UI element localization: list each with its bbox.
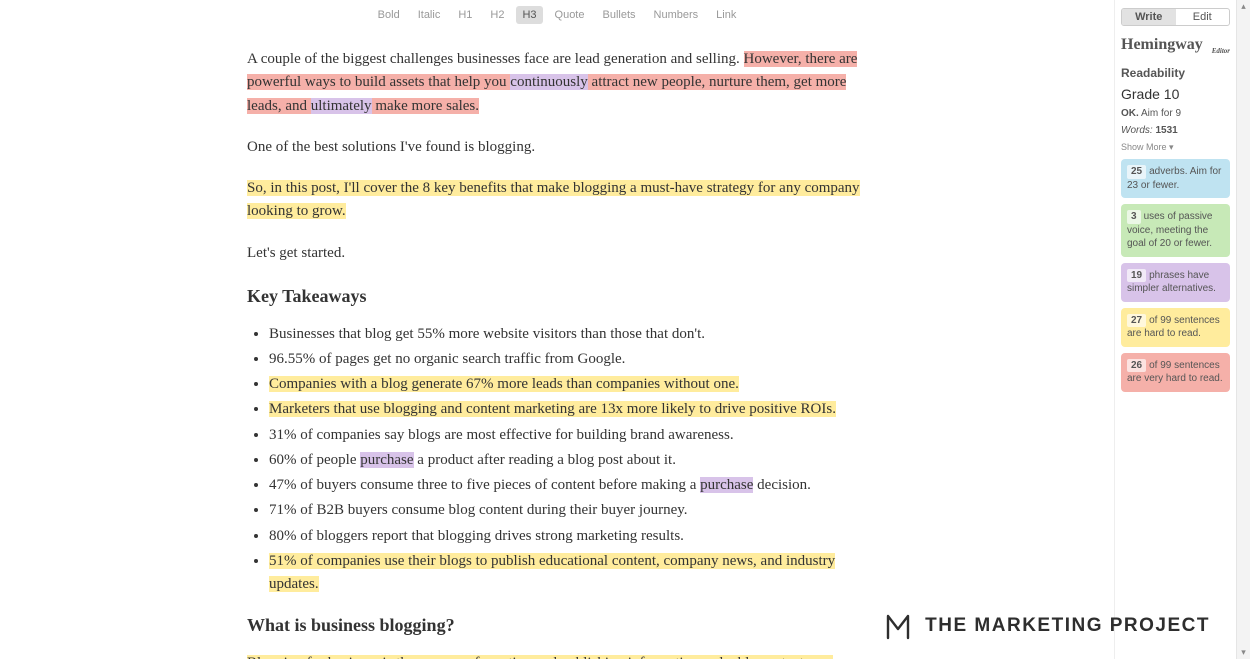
tab-write[interactable]: Write bbox=[1122, 9, 1176, 25]
status-aim: Aim for 9 bbox=[1141, 108, 1181, 119]
takeaways-list[interactable]: Businesses that blog get 55% more websit… bbox=[269, 323, 867, 597]
readability-heading: Readability bbox=[1121, 66, 1230, 80]
hard-sentence: 51% of companies use their blogs to publ… bbox=[269, 553, 835, 592]
list-item[interactable]: 47% of buyers consume three to five piec… bbox=[269, 474, 867, 497]
list-item[interactable]: 71% of B2B buyers consume blog content d… bbox=[269, 499, 867, 522]
tab-edit[interactable]: Edit bbox=[1176, 9, 1230, 25]
paragraph[interactable]: So, in this post, I'll cover the 8 key b… bbox=[247, 177, 867, 224]
text: 47% of buyers consume three to five piec… bbox=[269, 477, 700, 493]
format-toolbar: Bold Italic H1 H2 H3 Quote Bullets Numbe… bbox=[0, 0, 1114, 28]
status-ok: OK. bbox=[1121, 108, 1139, 119]
italic-button[interactable]: Italic bbox=[412, 6, 447, 24]
paragraph[interactable]: One of the best solutions I've found is … bbox=[247, 136, 867, 159]
paragraph[interactable]: Let's get started. bbox=[247, 242, 867, 265]
link-button[interactable]: Link bbox=[710, 6, 742, 24]
scrollbar[interactable]: ▴ ▾ bbox=[1236, 0, 1250, 659]
heading-key-takeaways[interactable]: Key Takeaways bbox=[247, 283, 867, 311]
scroll-down-icon[interactable]: ▾ bbox=[1237, 647, 1250, 658]
hard-sentence: Marketers that use blogging and content … bbox=[269, 401, 836, 417]
complex-phrase: purchase bbox=[700, 477, 753, 493]
watermark-text: THE MARKETING PROJECT bbox=[925, 615, 1210, 637]
complex-phrase: ultimately bbox=[311, 98, 372, 114]
text: decision. bbox=[753, 477, 811, 493]
heading-what-is[interactable]: What is business blogging? bbox=[247, 612, 867, 640]
app-logo: Hemingway Editor bbox=[1121, 36, 1230, 54]
hard-sentence: So, in this post, I'll cover the 8 key b… bbox=[247, 180, 860, 219]
list-item[interactable]: Marketers that use blogging and content … bbox=[269, 398, 867, 421]
text: A couple of the biggest challenges busin… bbox=[247, 51, 744, 67]
list-item[interactable]: Businesses that blog get 55% more websit… bbox=[269, 323, 867, 346]
stat-count: 3 bbox=[1127, 210, 1141, 224]
show-more-toggle[interactable]: Show More ▾ bbox=[1121, 142, 1230, 153]
stat-count: 19 bbox=[1127, 269, 1146, 283]
bullets-button[interactable]: Bullets bbox=[596, 6, 641, 24]
app-root: Bold Italic H1 H2 H3 Quote Bullets Numbe… bbox=[0, 0, 1250, 659]
h1-button[interactable]: H1 bbox=[452, 6, 478, 24]
hard-sentence: Blogging for business is the process of … bbox=[247, 655, 833, 659]
logo-subtext: Editor bbox=[1212, 47, 1230, 55]
word-count: Words: 1531 bbox=[1121, 125, 1230, 136]
words-value: 1531 bbox=[1155, 125, 1177, 136]
stat-count: 26 bbox=[1127, 359, 1146, 373]
editor-column: Bold Italic H1 H2 H3 Quote Bullets Numbe… bbox=[0, 0, 1114, 659]
text: make more sales. bbox=[372, 98, 479, 114]
hard-sentence: Companies with a blog generate 67% more … bbox=[269, 376, 739, 392]
stat-hard-sentences[interactable]: 27of 99 sentences are hard to read. bbox=[1121, 308, 1230, 347]
scroll-up-icon[interactable]: ▴ bbox=[1237, 1, 1250, 12]
stat-count: 27 bbox=[1127, 314, 1146, 328]
readability-grade: Grade 10 bbox=[1121, 86, 1230, 102]
text: 60% of people bbox=[269, 452, 360, 468]
stat-very-hard-sentences[interactable]: 26of 99 sentences are very hard to read. bbox=[1121, 353, 1230, 392]
mode-tabs: Write Edit bbox=[1121, 8, 1230, 26]
list-item[interactable]: 80% of bloggers report that blogging dri… bbox=[269, 525, 867, 548]
quote-button[interactable]: Quote bbox=[549, 6, 591, 24]
readability-status: OK. Aim for 9 bbox=[1121, 108, 1230, 119]
list-item[interactable]: 96.55% of pages get no organic search tr… bbox=[269, 348, 867, 371]
complex-phrase: purchase bbox=[360, 452, 413, 468]
paragraph[interactable]: A couple of the biggest challenges busin… bbox=[247, 48, 867, 118]
words-label: Words: bbox=[1121, 125, 1153, 136]
h2-button[interactable]: H2 bbox=[484, 6, 510, 24]
list-item[interactable]: 60% of people purchase a product after r… bbox=[269, 449, 867, 472]
list-item[interactable]: Companies with a blog generate 67% more … bbox=[269, 373, 867, 396]
watermark: THE MARKETING PROJECT bbox=[885, 611, 1210, 641]
numbers-button[interactable]: Numbers bbox=[648, 6, 705, 24]
h3-button[interactable]: H3 bbox=[516, 6, 542, 24]
watermark-logo-icon bbox=[885, 611, 911, 641]
bold-button[interactable]: Bold bbox=[372, 6, 406, 24]
stat-simpler-alt[interactable]: 19phrases have simpler alternatives. bbox=[1121, 263, 1230, 302]
list-item[interactable]: 31% of companies say blogs are most effe… bbox=[269, 424, 867, 447]
paragraph[interactable]: Blogging for business is the process of … bbox=[247, 652, 867, 659]
stat-count: 25 bbox=[1127, 165, 1146, 179]
document-content[interactable]: A couple of the biggest challenges busin… bbox=[237, 28, 877, 659]
list-item[interactable]: 51% of companies use their blogs to publ… bbox=[269, 550, 867, 597]
stat-adverbs[interactable]: 25adverbs. Aim for 23 or fewer. bbox=[1121, 159, 1230, 198]
complex-phrase: continuously bbox=[510, 74, 588, 90]
text: a product after reading a blog post abou… bbox=[414, 452, 676, 468]
stat-passive-voice[interactable]: 3uses of passive voice, meeting the goal… bbox=[1121, 204, 1230, 257]
editor-area[interactable]: A couple of the biggest challenges busin… bbox=[0, 28, 1114, 659]
sidebar: Write Edit Hemingway Editor Readability … bbox=[1114, 0, 1236, 659]
logo-text: Hemingway bbox=[1121, 36, 1203, 53]
